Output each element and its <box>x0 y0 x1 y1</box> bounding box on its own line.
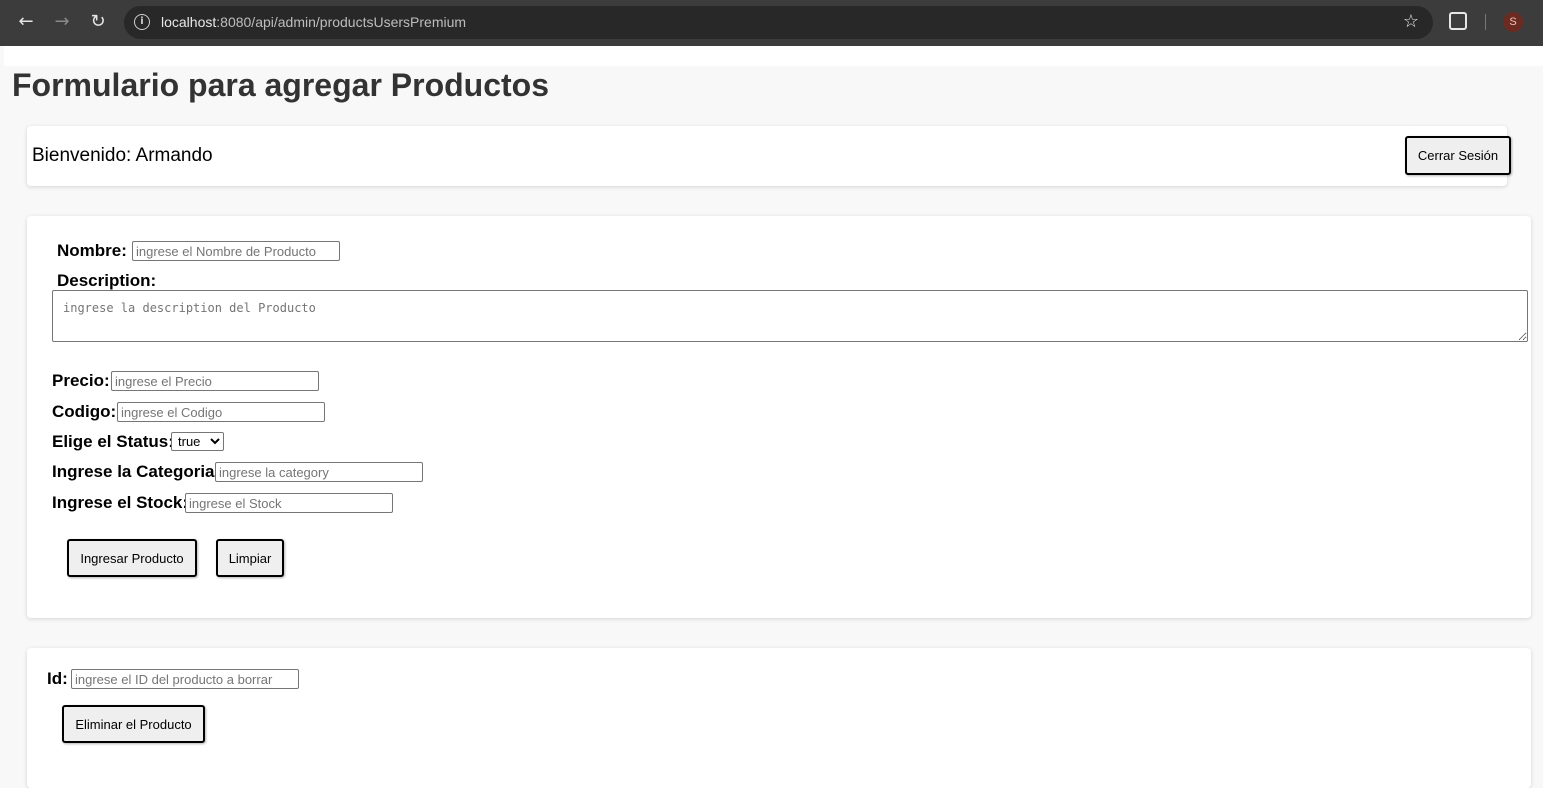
add-product-form: Nombre: Description: Precio: Codigo: Eli… <box>27 216 1531 618</box>
forward-icon[interactable]: → <box>50 10 74 34</box>
page-title: Formulario para agregar Productos <box>12 67 550 103</box>
extensions-icon[interactable] <box>1449 12 1467 30</box>
precio-label: Precio: <box>52 371 110 390</box>
codigo-label: Codigo: <box>52 402 117 421</box>
categoria-input[interactable] <box>215 462 423 482</box>
stock-label: Ingrese el Stock: <box>52 493 189 512</box>
status-label: Elige el Status: <box>52 432 174 451</box>
delete-product-button[interactable]: Eliminar el Producto <box>62 705 205 743</box>
toolbar-divider <box>1485 14 1486 30</box>
reload-icon[interactable]: ↻ <box>86 10 110 34</box>
id-input[interactable] <box>71 669 299 689</box>
back-icon[interactable]: ← <box>14 10 38 34</box>
logout-button[interactable]: Cerrar Sesión <box>1405 136 1511 175</box>
id-label: Id: <box>47 669 68 688</box>
site-info-icon[interactable]: i <box>134 14 150 30</box>
page-content: Formulario para agregar Productos Bienve… <box>4 46 1543 788</box>
clear-button[interactable]: Limpiar <box>216 539 284 577</box>
status-select[interactable]: true <box>171 432 224 451</box>
welcome-card: Bienvenido: Armando Cerrar Sesión <box>27 126 1511 186</box>
delete-product-form: Id: Eliminar el Producto <box>27 648 1531 788</box>
url-text[interactable]: localhost:8080/api/admin/productsUsersPr… <box>161 14 466 30</box>
browser-toolbar: ← → ↻ i localhost:8080/api/admin/product… <box>0 0 1543 46</box>
profile-avatar[interactable]: S <box>1503 12 1523 32</box>
stock-input[interactable] <box>185 493 393 513</box>
submit-product-button[interactable]: Ingresar Producto <box>67 539 197 577</box>
codigo-input[interactable] <box>117 402 325 422</box>
nombre-label: Nombre: <box>57 241 127 260</box>
address-bar[interactable]: i localhost:8080/api/admin/productsUsers… <box>124 6 1433 39</box>
nombre-input[interactable] <box>132 241 340 261</box>
description-textarea[interactable] <box>52 290 1528 342</box>
bookmark-star-icon[interactable]: ☆ <box>1403 11 1419 32</box>
welcome-text: Bienvenido: Armando <box>32 145 213 166</box>
categoria-label: Ingrese la Categoria: <box>52 462 221 481</box>
description-label: Description: <box>57 271 157 290</box>
precio-input[interactable] <box>111 371 319 391</box>
